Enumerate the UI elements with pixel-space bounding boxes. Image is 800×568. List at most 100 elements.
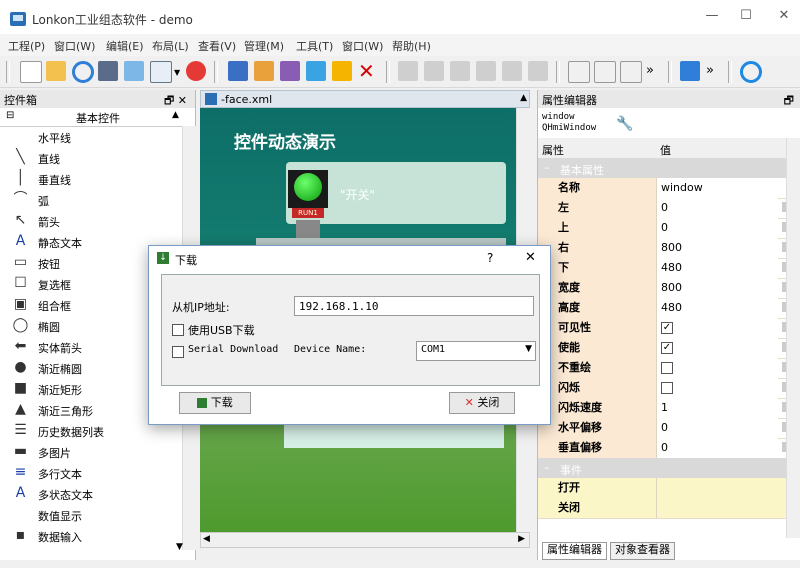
device-select[interactable]: COM1 ▼	[416, 341, 536, 361]
property-row[interactable]: 左0	[538, 198, 796, 219]
usb-checkbox[interactable]	[172, 324, 184, 336]
menu-help[interactable]: 帮助(H)	[392, 38, 431, 54]
property-scrollbar[interactable]	[786, 138, 800, 538]
property-value[interactable]	[656, 378, 778, 398]
menu-window-2[interactable]: 窗口(W)	[342, 38, 383, 54]
toolbox-item[interactable]: ╲ 直线	[0, 147, 186, 168]
property-value[interactable]: 480	[656, 298, 778, 318]
property-row[interactable]: 名称 window	[538, 178, 796, 199]
close-window-button[interactable]: ✕	[772, 8, 796, 23]
close-button[interactable]: ✕ 关闭	[449, 392, 515, 414]
document-tab[interactable]: -face.xml ▲	[200, 90, 530, 108]
property-checkbox[interactable]	[661, 382, 673, 394]
menu-manage[interactable]: 管理(M)	[244, 38, 284, 54]
menu-window[interactable]: 窗口(W)	[54, 38, 95, 54]
toolbox-item[interactable]: 水平线	[0, 126, 186, 147]
collapse-icon[interactable]: –	[544, 461, 550, 474]
import-icon[interactable]	[306, 61, 326, 81]
align-bottom-icon[interactable]	[594, 61, 616, 83]
col-property[interactable]: 属性	[542, 142, 564, 158]
section-basic[interactable]: – 基本属性	[538, 158, 796, 178]
minimize-button[interactable]: —	[700, 8, 724, 23]
new-file-icon[interactable]	[20, 61, 42, 83]
menu-layout[interactable]: 布局(L)	[152, 38, 189, 54]
align-left-icon[interactable]	[568, 61, 590, 83]
window-icon[interactable]	[228, 61, 248, 81]
property-checkbox[interactable]: ✓	[661, 322, 673, 334]
col-value[interactable]: 值	[660, 142, 671, 158]
pin-icon[interactable]: 🗗	[784, 92, 794, 111]
export-icon[interactable]	[124, 61, 144, 81]
open-folder-icon[interactable]	[46, 61, 66, 81]
document-icon[interactable]	[150, 61, 172, 83]
property-checkbox[interactable]	[661, 362, 673, 374]
property-value[interactable]: window	[656, 178, 778, 198]
event-row[interactable]: 打开	[538, 478, 796, 499]
property-value[interactable]: ✓	[656, 338, 778, 358]
tab-property-editor[interactable]: 属性编辑器	[542, 542, 607, 560]
toolbox-item[interactable]: 数值显示	[0, 504, 186, 525]
paste-icon[interactable]	[502, 61, 522, 81]
ip-input[interactable]	[294, 296, 534, 316]
toolbox-group-header[interactable]: ⊟ 基本控件 ▲	[0, 108, 186, 127]
help-button[interactable]: ?	[487, 251, 493, 265]
property-value[interactable]: 800	[656, 238, 778, 258]
scroll-up-icon[interactable]: ▲	[520, 93, 527, 103]
property-checkbox[interactable]: ✓	[661, 342, 673, 354]
property-row[interactable]: 水平偏移 0	[538, 418, 796, 439]
property-value[interactable]	[656, 358, 778, 378]
chevron-down-icon[interactable]: ▼	[174, 68, 182, 77]
download-button[interactable]: 下载	[179, 392, 251, 414]
settings-icon[interactable]	[740, 61, 762, 83]
clone-icon[interactable]	[528, 61, 548, 81]
event-row[interactable]: 关闭	[538, 498, 796, 519]
property-row[interactable]: 使能 ✓	[538, 338, 796, 359]
delete-icon[interactable]: ✕	[358, 61, 378, 81]
property-row[interactable]: 闪烁速度 1	[538, 398, 796, 419]
chevron-down-icon[interactable]: ▼	[525, 344, 532, 354]
frame-icon[interactable]	[280, 61, 300, 81]
toolbox-item[interactable]: ▬ 多图片	[0, 441, 186, 462]
redo-icon[interactable]	[424, 61, 444, 81]
property-value[interactable]: 0	[656, 418, 778, 438]
property-value[interactable]: 1	[656, 398, 778, 418]
section-events[interactable]: – 事件	[538, 458, 796, 478]
collapse-icon[interactable]: –	[544, 161, 550, 174]
scroll-up-icon[interactable]: ▲	[172, 110, 179, 120]
property-row[interactable]: 闪烁	[538, 378, 796, 399]
scroll-down-icon[interactable]: ▼	[176, 542, 183, 552]
save-icon[interactable]	[98, 61, 118, 81]
property-row[interactable]: 上0	[538, 218, 796, 239]
stop-icon[interactable]	[186, 61, 206, 81]
property-row[interactable]: 高度 480	[538, 298, 796, 319]
menu-view[interactable]: 查看(V)	[198, 38, 236, 54]
tab-object-viewer[interactable]: 对象查看器	[610, 542, 675, 560]
cut-icon[interactable]	[450, 61, 470, 81]
property-row[interactable]: 垂直偏移 0	[538, 438, 796, 459]
menu-edit[interactable]: 编辑(E)	[106, 38, 144, 54]
property-value[interactable]: 480	[656, 258, 778, 278]
scroll-right-icon[interactable]: ▶	[518, 534, 525, 544]
event-value[interactable]	[656, 498, 778, 518]
copy-icon[interactable]	[476, 61, 496, 81]
note-icon[interactable]	[254, 61, 274, 81]
property-row[interactable]: 不重绘	[538, 358, 796, 379]
toolbox-item[interactable]: A 多状态文本	[0, 483, 186, 504]
property-row[interactable]: 可见性 ✓	[538, 318, 796, 339]
wrench-icon[interactable]: 🔧	[616, 116, 633, 132]
toolbox-item[interactable]: ▪ 数据输入	[0, 525, 186, 546]
collapse-icon[interactable]: ⊟	[6, 110, 14, 121]
menu-tools[interactable]: 工具(T)	[296, 38, 333, 54]
property-row[interactable]: 下 480	[538, 258, 796, 279]
dialog-close-button[interactable]: ✕	[525, 250, 536, 265]
property-value[interactable]: 800	[656, 278, 778, 298]
folder-add-icon[interactable]	[332, 61, 352, 81]
property-value[interactable]: 0	[656, 438, 778, 458]
property-value[interactable]: 0	[656, 198, 778, 218]
toolbox-item[interactable]: ↖ 箭头	[0, 210, 186, 231]
maximize-button[interactable]: ☐	[734, 8, 758, 23]
property-row[interactable]: 宽度 800	[538, 278, 796, 299]
toolbox-item[interactable]: │ 垂直线	[0, 168, 186, 189]
overflow-chevron-icon[interactable]: »	[706, 61, 726, 81]
refresh-icon[interactable]	[72, 61, 94, 83]
